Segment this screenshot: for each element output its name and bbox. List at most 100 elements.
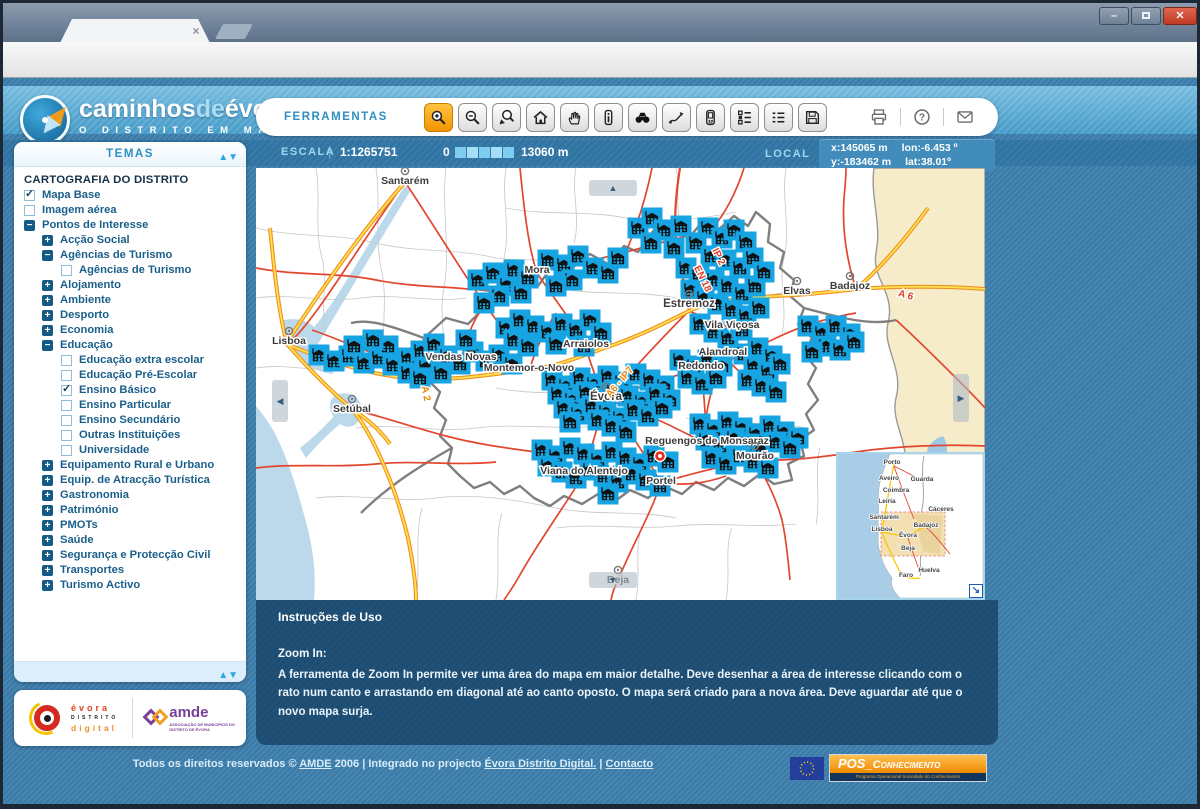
tree-item-universidade[interactable]: Universidade xyxy=(24,443,242,458)
school-marker[interactable] xyxy=(456,330,477,351)
tool-gps-button[interactable] xyxy=(696,103,725,132)
tool-full-extent-button[interactable] xyxy=(526,103,555,132)
tree-item-educacao-extra-escolar[interactable]: Educação extra escolar xyxy=(24,353,242,368)
tool-info-button[interactable] xyxy=(594,103,623,132)
tree-item-pmots[interactable]: +PMOTs xyxy=(24,518,242,533)
tree-item-mapa-base[interactable]: ✓Mapa Base xyxy=(24,188,242,203)
school-marker[interactable] xyxy=(363,330,384,351)
school-marker[interactable] xyxy=(546,276,567,297)
checkbox-universidade[interactable] xyxy=(61,445,72,456)
tool-find-button[interactable] xyxy=(628,103,657,132)
pan-left-button[interactable]: ◀ xyxy=(272,380,288,422)
scroll-down-icon[interactable]: ▼ xyxy=(228,152,238,163)
expand-icon[interactable]: + xyxy=(42,310,53,321)
tree-item-accao-social[interactable]: +Acção Social xyxy=(24,233,242,248)
expand-icon[interactable]: + xyxy=(42,490,53,501)
tree-item-outras-instituicoes[interactable]: Outras Instituições xyxy=(24,428,242,443)
expand-icon[interactable]: + xyxy=(42,520,53,531)
tree-item-transportes[interactable]: +Transportes xyxy=(24,563,242,578)
checkbox-outras-instituicoes[interactable] xyxy=(61,430,72,441)
school-marker[interactable] xyxy=(844,332,865,353)
expand-icon[interactable]: + xyxy=(42,550,53,561)
expand-icon[interactable]: + xyxy=(42,535,53,546)
school-marker[interactable] xyxy=(754,262,775,283)
tree-item-agencias-de-turismo[interactable]: Agências de Turismo xyxy=(24,263,242,278)
overview-resize-icon[interactable]: ↘ xyxy=(969,584,983,598)
tab-close-icon[interactable]: × xyxy=(189,24,203,38)
pan-right-button[interactable]: ▶ xyxy=(953,374,969,422)
expand-icon[interactable]: + xyxy=(42,295,53,306)
school-marker[interactable] xyxy=(474,293,495,314)
checkbox-imagem-aerea[interactable] xyxy=(24,205,35,216)
amde-logo[interactable]: amde ASSOCIAÇÃO DE MUNICÍPIOS DO DISTRIT… xyxy=(143,705,239,732)
overview-map[interactable]: PortoAveiroGuardaCoimbraLeiriaCáceresSan… xyxy=(836,452,985,600)
tool-pan-button[interactable] xyxy=(560,103,589,132)
evora-distrito-digital-link[interactable]: Évora Distrito Digital. xyxy=(484,758,596,770)
collapse-icon[interactable]: − xyxy=(42,340,53,351)
expand-icon[interactable]: + xyxy=(42,280,53,291)
collapse-icon[interactable]: − xyxy=(24,220,35,231)
school-marker[interactable] xyxy=(780,438,801,459)
expand-icon[interactable]: + xyxy=(42,475,53,486)
tree-item-desporto[interactable]: +Desporto xyxy=(24,308,242,323)
checkbox-mapa-base-checked[interactable]: ✓ xyxy=(24,190,35,201)
scroll-down-icon[interactable]: ▼ xyxy=(228,670,238,681)
school-marker[interactable] xyxy=(431,363,452,384)
checkbox-ensino-basico-checked[interactable]: ✓ xyxy=(61,385,72,396)
tree-item-turismo-activo[interactable]: +Turismo Activo xyxy=(24,578,242,593)
school-marker[interactable] xyxy=(608,248,629,269)
help-button[interactable]: ? xyxy=(911,106,933,128)
new-tab-button[interactable] xyxy=(215,24,253,39)
tree-item-agencias-de-turismo[interactable]: −Agências de Turismo xyxy=(24,248,242,263)
tree-item-gastronomia[interactable]: +Gastronomia xyxy=(24,488,242,503)
tree-item-ensino-particular[interactable]: Ensino Particular xyxy=(24,398,242,413)
school-marker[interactable] xyxy=(641,233,662,254)
checkbox-educacao-extra-escolar[interactable] xyxy=(61,355,72,366)
tree-item-imagem-aerea[interactable]: Imagem aérea xyxy=(24,203,242,218)
amde-link[interactable]: AMDE xyxy=(299,758,331,770)
tree-item-alojamento[interactable]: +Alojamento xyxy=(24,278,242,293)
tool-layer-list-button[interactable] xyxy=(764,103,793,132)
tree-item-equipamento-rural-e-urbano[interactable]: +Equipamento Rural e Urbano xyxy=(24,458,242,473)
expand-icon[interactable]: + xyxy=(42,565,53,576)
special-markers-layer[interactable] xyxy=(655,451,666,462)
poi-marker[interactable] xyxy=(655,451,666,462)
expand-icon[interactable]: + xyxy=(42,325,53,336)
window-maximize-button[interactable] xyxy=(1131,7,1161,25)
school-marker[interactable] xyxy=(518,336,539,357)
school-marker[interactable] xyxy=(344,336,365,357)
contacto-link[interactable]: Contacto xyxy=(606,758,654,770)
checkbox-ensino-secundario[interactable] xyxy=(61,415,72,426)
expand-icon[interactable]: + xyxy=(42,460,53,471)
school-marker[interactable] xyxy=(560,412,581,433)
tool-save-button[interactable] xyxy=(798,103,827,132)
school-marker[interactable] xyxy=(802,342,823,363)
tree-item-ambiente[interactable]: +Ambiente xyxy=(24,293,242,308)
evora-distrito-digital-logo[interactable]: évora DISTRITO digital xyxy=(32,703,118,733)
print-button[interactable] xyxy=(868,106,890,128)
tree-item-educacao[interactable]: −Educação xyxy=(24,338,242,353)
school-marker[interactable] xyxy=(652,398,673,419)
scroll-up-icon[interactable]: ▲ xyxy=(218,152,228,163)
school-marker[interactable] xyxy=(770,354,791,375)
school-marker[interactable] xyxy=(616,422,637,443)
window-close-button[interactable]: ✕ xyxy=(1163,7,1197,25)
expand-icon[interactable]: + xyxy=(42,580,53,591)
tree-item-patrimonio[interactable]: +Património xyxy=(24,503,242,518)
pan-up-button[interactable]: ▲ xyxy=(589,180,637,196)
expand-icon[interactable]: + xyxy=(42,505,53,516)
checkbox-ensino-particular[interactable] xyxy=(61,400,72,411)
scroll-up-icon[interactable]: ▲ xyxy=(218,670,228,681)
tree-item-ensino-secundario[interactable]: Ensino Secundário xyxy=(24,413,242,428)
window-minimize-button[interactable]: – xyxy=(1099,7,1129,25)
tool-legend-button[interactable] xyxy=(730,103,759,132)
school-marker[interactable] xyxy=(749,298,770,319)
school-marker[interactable] xyxy=(598,484,619,505)
tree-item-equip-de-atraccao-turistica[interactable]: +Equip. de Atracção Turística xyxy=(24,473,242,488)
tree-item-saude[interactable]: +Saúde xyxy=(24,533,242,548)
tree-item-seguranca-e-proteccao-civil[interactable]: +Segurança e Protecção Civil xyxy=(24,548,242,563)
pan-down-button[interactable]: ▼ xyxy=(589,572,637,588)
tree-item-economia[interactable]: +Economia xyxy=(24,323,242,338)
map-viewport[interactable]: SantarémLisboaSetúbalElvasBadajozMoraEst… xyxy=(256,168,985,600)
tree-item-pontos-de-interesse[interactable]: −Pontos de Interesse xyxy=(24,218,242,233)
